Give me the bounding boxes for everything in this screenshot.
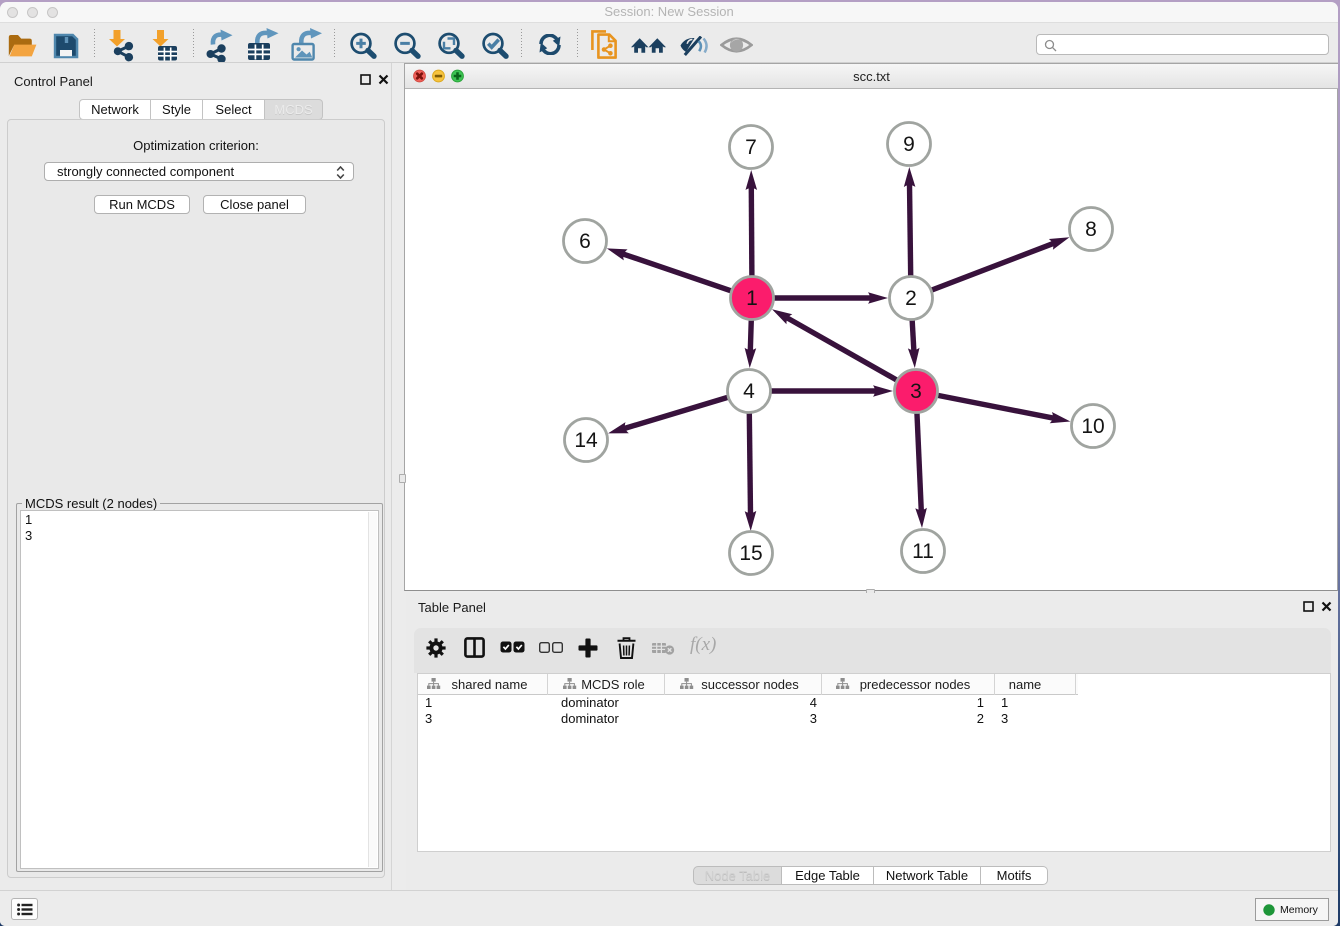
svg-text:9: 9 <box>903 133 915 156</box>
svg-text:8: 8 <box>1085 218 1097 241</box>
svg-text:10: 10 <box>1081 415 1104 438</box>
svg-text:2: 2 <box>905 287 917 310</box>
svg-text:6: 6 <box>579 230 591 253</box>
svg-text:1: 1 <box>746 287 758 310</box>
svg-text:15: 15 <box>739 542 762 565</box>
svg-text:3: 3 <box>910 380 922 403</box>
svg-text:4: 4 <box>743 380 755 403</box>
svg-text:7: 7 <box>745 136 757 159</box>
svg-text:14: 14 <box>574 429 598 452</box>
svg-text:11: 11 <box>912 540 934 563</box>
